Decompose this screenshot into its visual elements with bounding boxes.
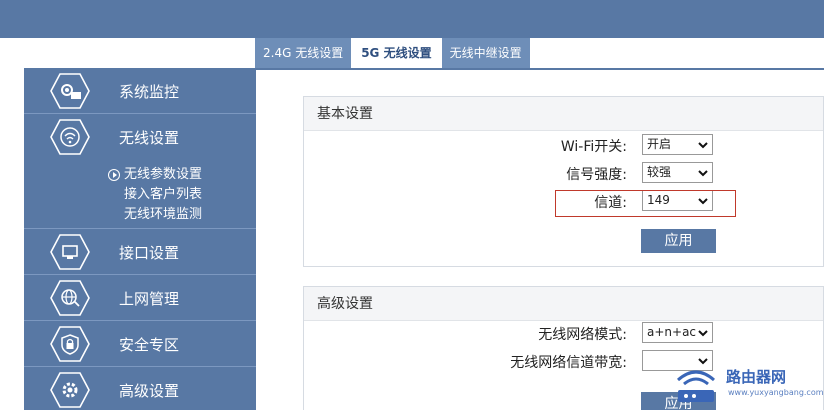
select-value: 开启 <box>647 137 672 151</box>
wifi-switch-select[interactable]: 开启 <box>642 134 713 155</box>
submenu-item-label: 接入客户列表 <box>124 187 203 202</box>
sidebar-item-security-zone[interactable]: 安全专区 <box>24 321 256 367</box>
sidebar-item-advanced-settings[interactable]: 高级设置 <box>24 367 256 410</box>
signal-strength-row: 信号强度: 较强 <box>304 162 823 184</box>
chevron-right-circle-icon <box>108 169 120 181</box>
sidebar-item-wireless-settings[interactable]: 无线设置 无线参数设置 接入客户列表 无线环境监测 <box>24 114 256 229</box>
tab-underline <box>255 68 824 70</box>
watermark-url: www.yuxyangbang.com <box>728 388 824 397</box>
submenu-item-environment-monitor[interactable]: 无线环境监测 <box>108 205 202 225</box>
channel-width-label: 无线网络信道带宽: <box>510 355 627 371</box>
submenu-item-client-list[interactable]: 接入客户列表 <box>108 185 202 205</box>
sidebar: 系统监控 无线设置 无线参数设置 接入客户列表 无线环境监测 接口设置 上网管理… <box>24 68 256 410</box>
sidebar-item-label: 接口设置 <box>119 244 180 262</box>
sidebar-item-label: 系统监控 <box>119 83 180 101</box>
tab-5g-wireless[interactable]: 5G 无线设置 <box>353 38 440 68</box>
wireless-mode-select[interactable]: a+n+ac <box>642 322 713 343</box>
panel-title: 高级设置 <box>304 287 823 321</box>
sidebar-item-system-monitor[interactable]: 系统监控 <box>24 68 256 114</box>
gear-icon <box>50 372 90 408</box>
select-value: 较强 <box>647 165 672 179</box>
tab-2-4g-wireless[interactable]: 2.4G 无线设置 <box>255 38 352 68</box>
submenu-item-label: 无线环境监测 <box>124 207 203 222</box>
watermark: 路由器网 www.yuxyangbang.com <box>652 360 824 410</box>
submenu-item-wireless-params[interactable]: 无线参数设置 <box>108 165 202 185</box>
signal-strength-label: 信号强度: <box>566 167 627 183</box>
wifi-switch-label: Wi-Fi开关: <box>560 139 627 155</box>
top-header-bar <box>0 0 824 38</box>
channel-highlight-box <box>555 190 736 217</box>
signal-strength-select[interactable]: 较强 <box>642 162 713 183</box>
router-logo-icon <box>670 362 722 406</box>
sidebar-item-label: 安全专区 <box>119 336 180 354</box>
chevron-down-icon <box>697 327 709 339</box>
chevron-down-icon <box>697 139 709 151</box>
monitor-gear-icon <box>50 73 90 109</box>
sidebar-item-label: 上网管理 <box>119 290 180 308</box>
panel-title: 基本设置 <box>304 97 823 131</box>
sidebar-item-label: 高级设置 <box>119 382 180 400</box>
tab-wireless-repeater[interactable]: 无线中继设置 <box>441 38 530 68</box>
router-admin-page: 2.4G 无线设置 5G 无线设置 无线中继设置 系统监控 无线设置 无线参数设… <box>0 0 824 410</box>
wireless-mode-row: 无线网络模式: a+n+ac <box>304 322 823 344</box>
globe-icon <box>50 280 90 316</box>
basic-settings-panel: 基本设置 Wi-Fi开关: 开启 信号强度: 较强 信道: 149 <box>303 96 824 267</box>
interface-icon <box>50 234 90 270</box>
sidebar-item-internet-management[interactable]: 上网管理 <box>24 275 256 321</box>
sidebar-item-label: 无线设置 <box>119 129 180 147</box>
wireless-mode-label: 无线网络模式: <box>538 327 627 343</box>
select-value: a+n+ac <box>647 325 697 339</box>
wifi-switch-row: Wi-Fi开关: 开启 <box>304 134 823 156</box>
watermark-title: 路由器网 <box>726 368 787 386</box>
apply-button[interactable]: 应用 <box>641 229 716 253</box>
chevron-down-icon <box>697 167 709 179</box>
wifi-icon <box>50 119 90 155</box>
submenu-item-label: 无线参数设置 <box>124 167 203 182</box>
sidebar-item-interface-settings[interactable]: 接口设置 <box>24 229 256 275</box>
wireless-submenu: 无线参数设置 接入客户列表 无线环境监测 <box>108 165 202 225</box>
lock-shield-icon <box>50 326 90 362</box>
tab-bar: 2.4G 无线设置 5G 无线设置 无线中继设置 <box>255 38 532 68</box>
